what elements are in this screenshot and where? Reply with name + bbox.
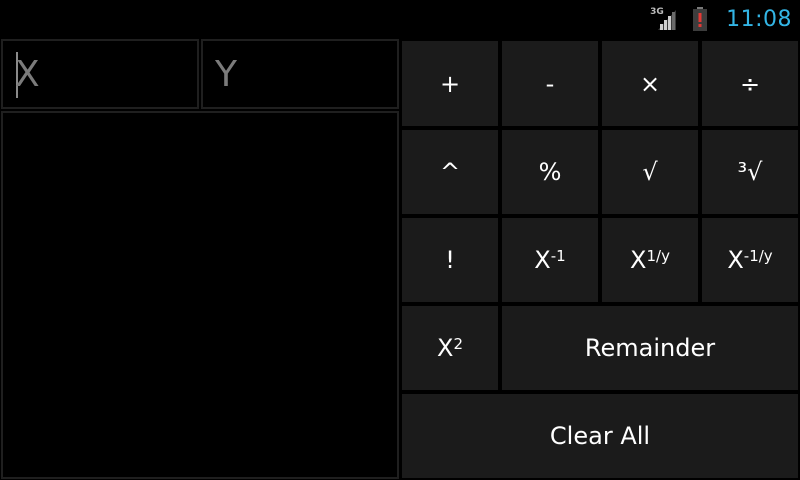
add-button[interactable]: + — [402, 41, 498, 126]
square-button-base: X — [437, 334, 454, 362]
percent-button[interactable]: % — [502, 130, 598, 214]
cube-root-button[interactable]: ³√ — [702, 130, 798, 214]
inverse-button[interactable]: X -1 — [502, 218, 598, 302]
subtract-button-label: - — [545, 69, 555, 98]
factorial-button[interactable]: ! — [402, 218, 498, 302]
signal-icon: 3G — [650, 6, 678, 32]
y-input[interactable]: Y — [201, 39, 399, 109]
y-input-placeholder: Y — [215, 53, 237, 95]
divide-button-label: ÷ — [739, 69, 761, 98]
status-clock: 11:08 — [726, 6, 792, 32]
subtract-button[interactable]: - — [502, 41, 598, 126]
square-button-exponent: 2 — [453, 334, 463, 353]
clear-all-button-label: Clear All — [549, 422, 651, 450]
multiply-button-label: × — [639, 69, 661, 98]
power-button-label: ^ — [439, 158, 461, 186]
yth-root-button[interactable]: X 1/y — [602, 218, 698, 302]
multiply-button[interactable]: × — [602, 41, 698, 126]
power-button[interactable]: ^ — [402, 130, 498, 214]
add-button-label: + — [439, 69, 461, 98]
clear-all-button[interactable]: Clear All — [402, 394, 798, 478]
factorial-button-label: ! — [445, 246, 455, 274]
results-panel — [1, 111, 399, 479]
yth-root-button-base: X — [630, 246, 647, 274]
square-button[interactable]: X2 — [402, 306, 498, 390]
cube-root-button-label: ³√ — [737, 158, 763, 186]
inverse-yth-root-button[interactable]: X -1/y — [702, 218, 798, 302]
inverse-yth-root-button-base: X — [727, 246, 744, 274]
square-root-button[interactable]: √ — [602, 130, 698, 214]
status-icons: 3G 11:08 — [650, 4, 792, 34]
battery-alert-icon — [692, 7, 708, 31]
status-bar: 3G 11:08 — [0, 0, 800, 38]
x-input[interactable]: X — [1, 39, 199, 109]
divide-button[interactable]: ÷ — [702, 41, 798, 126]
inverse-yth-root-button-exponent: -1/y — [743, 246, 773, 265]
remainder-button-label: Remainder — [584, 334, 716, 362]
remainder-button[interactable]: Remainder — [502, 306, 798, 390]
x-input-placeholder: X — [15, 53, 40, 95]
square-root-button-label: √ — [642, 158, 658, 186]
percent-button-label: % — [538, 158, 562, 186]
inverse-button-exponent: -1 — [550, 246, 566, 265]
inverse-button-base: X — [534, 246, 551, 274]
yth-root-button-exponent: 1/y — [646, 246, 670, 265]
